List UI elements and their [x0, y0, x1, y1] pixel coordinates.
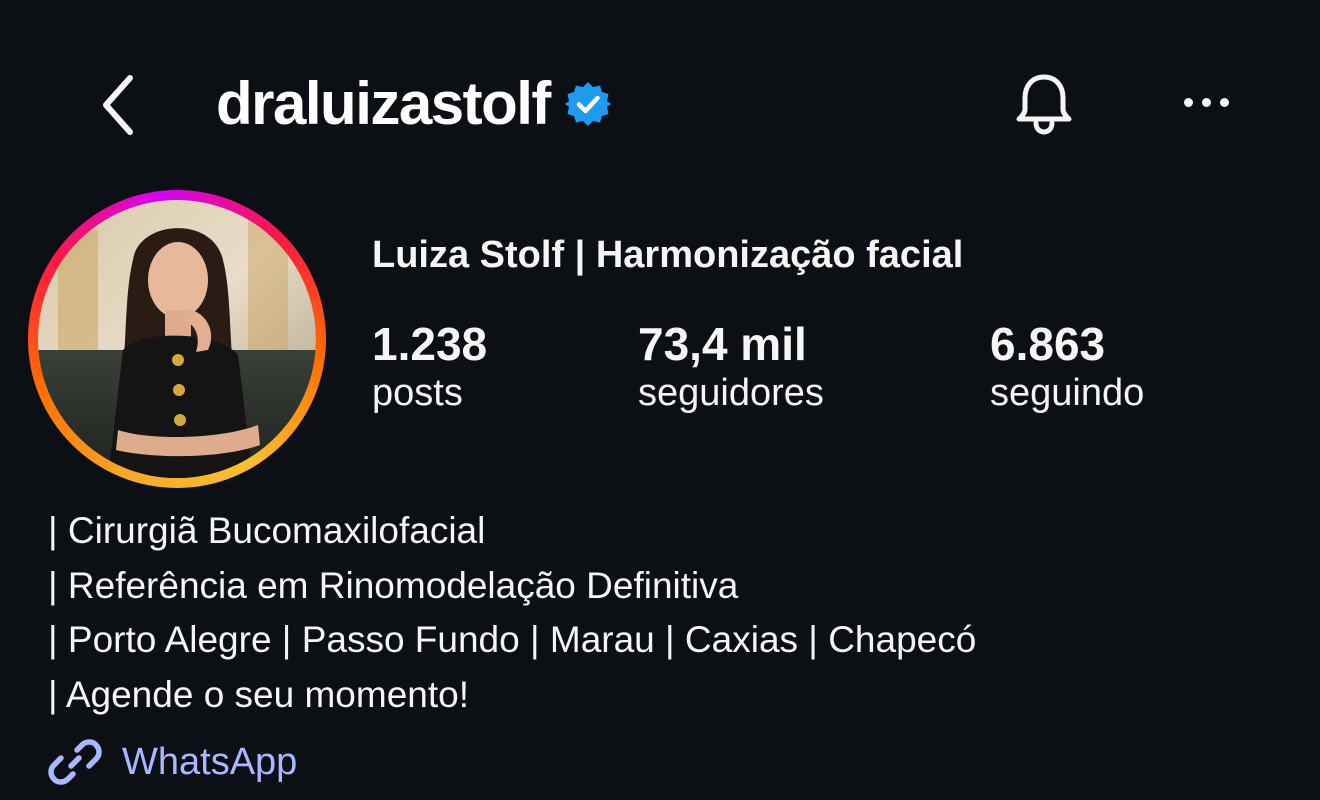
story-ring[interactable]: [28, 190, 326, 488]
avatar-photo: [38, 200, 316, 478]
chevron-left-icon: [103, 75, 133, 135]
verified-badge-icon: [564, 82, 611, 126]
posts-label: posts: [372, 371, 463, 414]
profile-screen: draluizastolf Luiza Stolf | Harmonização…: [0, 0, 1320, 800]
notifications-button[interactable]: [1008, 68, 1080, 140]
back-button[interactable]: [88, 70, 148, 140]
profile-header: draluizastolf: [216, 64, 612, 144]
link-icon: [48, 739, 102, 785]
followers-count: 73,4 mil: [638, 318, 807, 370]
display-name: Luiza Stolf | Harmonização facial: [372, 234, 964, 276]
bell-icon: [1016, 74, 1072, 135]
bio-line: | Cirurgiã Bucomaxilofacial: [48, 510, 486, 551]
bio-line: | Porto Alegre | Passo Fundo | Marau | C…: [48, 619, 977, 660]
following-label: seguindo: [990, 371, 1145, 414]
posts-count: 1.238: [372, 318, 488, 370]
avatar[interactable]: [38, 200, 316, 478]
bio-line: | Agende o seu momento!: [48, 673, 470, 715]
more-horizontal-icon: [1183, 97, 1193, 107]
username: draluizastolf: [216, 70, 551, 137]
more-options-button[interactable]: [1170, 80, 1242, 124]
link-label: WhatsApp: [122, 740, 298, 783]
stat-following[interactable]: 6.863 seguindo: [990, 318, 1144, 416]
more-dot: [1201, 97, 1211, 107]
more-dot: [1219, 97, 1229, 107]
stat-followers[interactable]: 73,4 mil seguidores: [638, 318, 824, 416]
stat-posts[interactable]: 1.238 posts: [372, 318, 487, 416]
bio-line: | Referência em Rinomodelação Definitiva: [48, 564, 739, 606]
bio: | Cirurgiã Bucomaxilofacial | Referência…: [48, 504, 976, 722]
followers-label: seguidores: [638, 371, 824, 414]
following-count: 6.863: [990, 318, 1106, 370]
whatsapp-link[interactable]: WhatsApp: [48, 734, 297, 790]
